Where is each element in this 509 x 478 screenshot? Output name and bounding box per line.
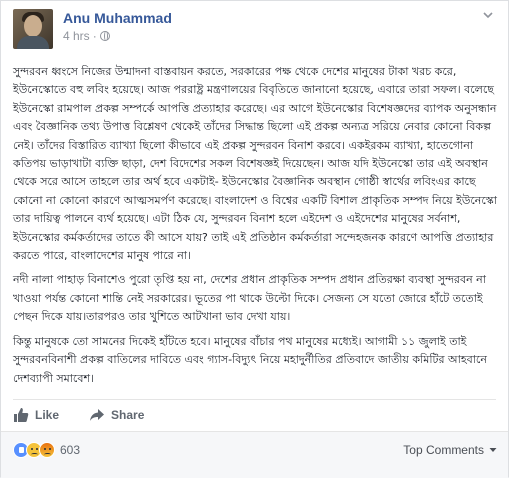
chevron-down-icon — [489, 448, 497, 452]
reaction-summary[interactable]: 603 — [13, 442, 80, 458]
like-label: Like — [35, 407, 60, 422]
share-button[interactable]: Share — [89, 407, 144, 423]
share-label: Share — [111, 407, 145, 422]
post-body: সুন্দরবন ধ্বংসে নিজের উন্মাদনা বাস্তবায়… — [13, 63, 499, 394]
author-name-link[interactable]: Anu Muhammad — [63, 10, 172, 26]
chevron-down-icon[interactable] — [480, 9, 496, 25]
like-thumb-icon — [14, 407, 29, 422]
comment-sort-label: Top Comments — [403, 443, 484, 457]
like-button[interactable]: Like — [13, 407, 59, 423]
post-paragraph: সুন্দরবন ধ্বংসে নিজের উন্মাদনা বাস্তবায়… — [13, 65, 497, 263]
reaction-count: 603 — [60, 443, 81, 457]
share-arrow-icon — [90, 408, 105, 421]
author-avatar[interactable] — [13, 9, 53, 49]
meta-separator: · — [92, 29, 97, 43]
post-card: Anu Muhammad 4 hrs · সুন্দরবন ধ্বংসে নিজ… — [0, 0, 509, 478]
post-header: Anu Muhammad 4 hrs · — [13, 9, 496, 49]
post-paragraph: কিন্তু মানুষকে তো সামনের দিকেই হাঁটতে হব… — [13, 334, 487, 385]
post-meta: 4 hrs · — [63, 29, 110, 43]
angry-reaction-icon — [39, 442, 55, 458]
globe-icon — [99, 31, 110, 41]
comment-sort-dropdown[interactable]: Top Comments — [403, 443, 498, 457]
post-paragraph: নদী নালা পাহাড় বিনাশেও পুরো তৃপ্তি হয় … — [13, 273, 486, 324]
post-timestamp[interactable]: 4 hrs — [63, 29, 90, 43]
reactions-bar: 603 Top Comments — [1, 431, 508, 478]
post-actions: Like Share — [13, 399, 496, 427]
